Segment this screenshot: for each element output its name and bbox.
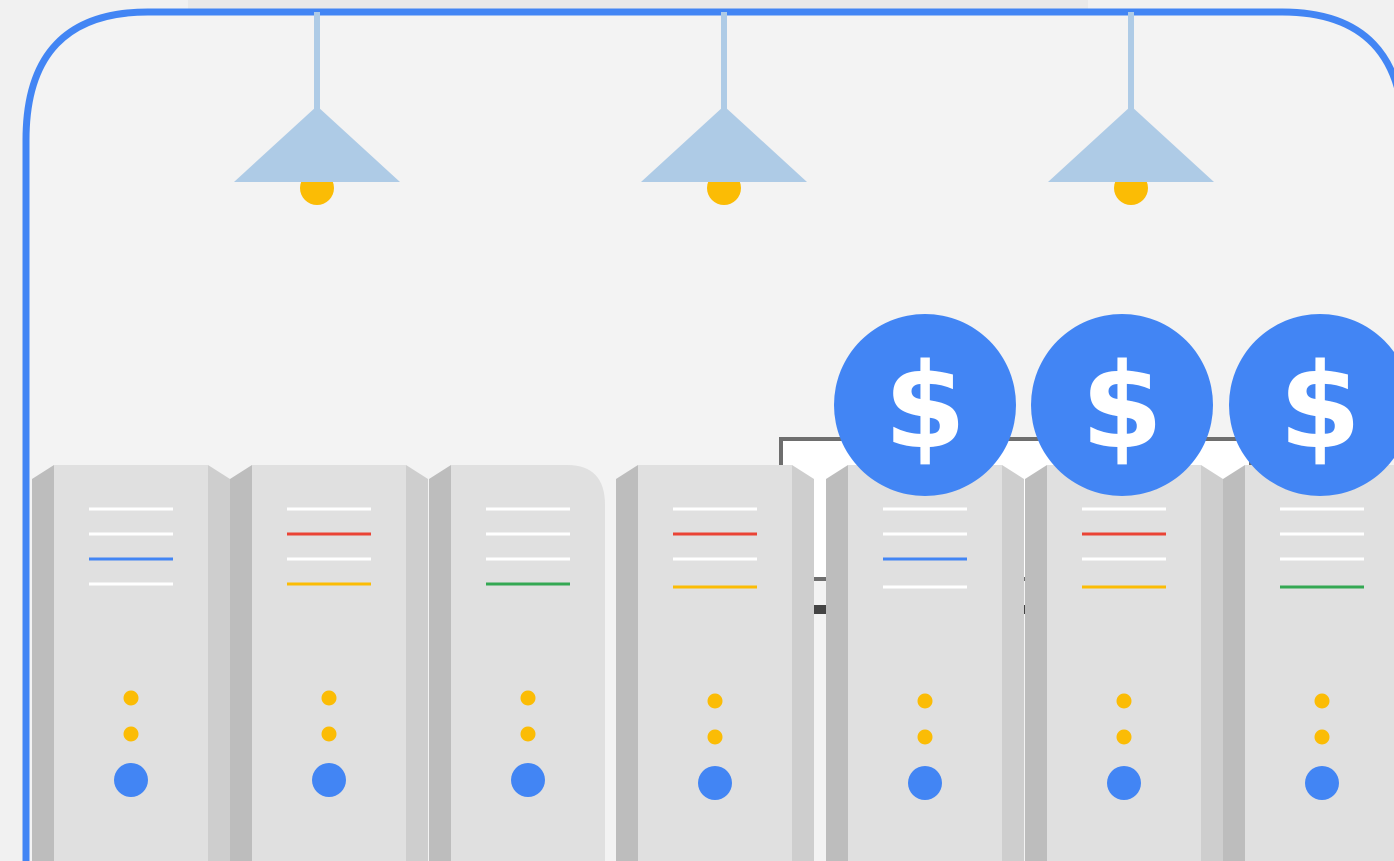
server-indicator-light xyxy=(1314,693,1330,709)
power-button-icon xyxy=(908,766,942,800)
dollar-symbol: $ xyxy=(884,337,966,475)
server-rack xyxy=(429,465,605,861)
server-front xyxy=(451,465,605,861)
server-side-right xyxy=(792,465,814,861)
server-side-right xyxy=(406,465,428,861)
dollar-coin-icon: $ xyxy=(1031,314,1213,496)
server-front xyxy=(848,465,1002,861)
server-indicator-light xyxy=(520,690,536,706)
power-button-icon xyxy=(511,763,545,797)
power-button-icon xyxy=(1305,766,1339,800)
server-indicator-light xyxy=(917,729,933,745)
server-front xyxy=(54,465,208,861)
dollar-coin-icon: $ xyxy=(834,314,1016,496)
server-side-left xyxy=(826,465,848,861)
server-rack xyxy=(1025,465,1223,861)
server-side-right xyxy=(1201,465,1223,861)
server-rack xyxy=(826,465,1024,861)
server-rack xyxy=(616,465,814,861)
dollar-symbol: $ xyxy=(1081,337,1163,475)
server-indicator-light xyxy=(1116,729,1132,745)
server-indicator-light xyxy=(707,693,723,709)
server-side-left xyxy=(32,465,54,861)
server-front xyxy=(1245,465,1394,861)
server-side-right xyxy=(1002,465,1024,861)
server-indicator-light xyxy=(321,726,337,742)
server-side-left xyxy=(1223,465,1245,861)
server-indicator-light xyxy=(123,690,139,706)
server-indicator-light xyxy=(707,729,723,745)
server-room-illustration: $ $ $ xyxy=(22,0,1394,861)
power-button-icon xyxy=(698,766,732,800)
dollar-symbol: $ xyxy=(1279,337,1361,475)
dollar-coins: $ $ $ xyxy=(834,314,1394,496)
server-indicator-light xyxy=(520,726,536,742)
server-side-left xyxy=(429,465,451,861)
server-rack xyxy=(230,465,428,861)
server-front xyxy=(1047,465,1201,861)
server-indicator-light xyxy=(1314,729,1330,745)
power-button-icon xyxy=(1107,766,1141,800)
server-front xyxy=(638,465,792,861)
power-button-icon xyxy=(312,763,346,797)
server-side-right xyxy=(208,465,230,861)
server-side-left xyxy=(616,465,638,861)
server-rack xyxy=(32,465,230,861)
server-front xyxy=(252,465,406,861)
server-indicator-light xyxy=(917,693,933,709)
server-side-left xyxy=(1025,465,1047,861)
server-indicator-light xyxy=(321,690,337,706)
server-indicator-light xyxy=(1116,693,1132,709)
server-racks xyxy=(32,465,1394,861)
server-indicator-light xyxy=(123,726,139,742)
server-side-left xyxy=(230,465,252,861)
power-button-icon xyxy=(114,763,148,797)
server-rack xyxy=(1223,465,1394,861)
